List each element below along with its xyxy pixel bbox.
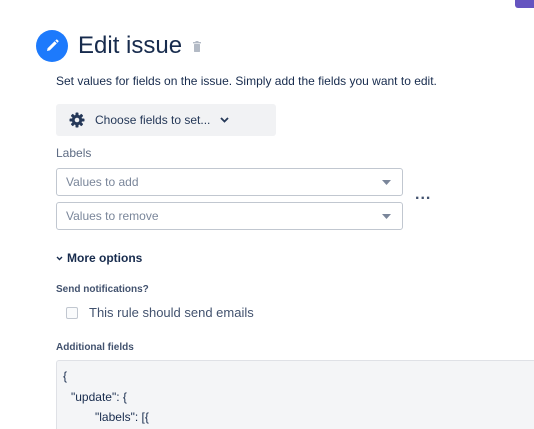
additional-fields-label: Additional fields — [56, 342, 134, 353]
gear-icon — [69, 112, 85, 128]
values-to-add-select[interactable]: Values to add — [56, 168, 403, 196]
edit-issue-panel: Edit issue Set values for fields on the … — [0, 0, 534, 429]
code-line: "labels": [{ — [95, 410, 149, 424]
corner-badge — [515, 0, 534, 8]
code-line: { — [63, 369, 68, 383]
send-notifications-label: Send notifications? — [56, 284, 149, 295]
send-emails-checkbox[interactable] — [66, 306, 78, 319]
values-to-remove-placeholder: Values to remove — [66, 209, 159, 223]
send-emails-checkbox-row[interactable]: This rule should send emails — [66, 305, 254, 320]
pencil-icon — [36, 30, 68, 62]
chevron-down-icon — [220, 117, 230, 123]
additional-fields-editor[interactable]: { "update": { "labels": [{ — [56, 360, 534, 429]
more-options-toggle[interactable]: More options — [56, 251, 142, 265]
send-emails-label: This rule should send emails — [89, 305, 254, 320]
chevron-down-icon — [56, 256, 63, 261]
code-line: "update": { — [71, 390, 127, 404]
page-title: Edit issue — [78, 32, 183, 59]
trash-icon[interactable] — [193, 40, 202, 52]
values-to-add-placeholder: Values to add — [66, 175, 139, 189]
choose-fields-label: Choose fields to set... — [95, 113, 211, 127]
description-text: Set values for fields on the issue. Simp… — [56, 74, 437, 88]
dropdown-arrow-icon — [382, 213, 391, 219]
more-actions-button[interactable]: ... — [415, 187, 431, 203]
values-to-remove-select[interactable]: Values to remove — [56, 202, 403, 230]
labels-field-label: Labels — [56, 146, 92, 160]
header: Edit issue — [36, 30, 202, 62]
choose-fields-button[interactable]: Choose fields to set... — [56, 104, 276, 136]
more-options-label: More options — [67, 251, 143, 265]
dropdown-arrow-icon — [382, 179, 391, 185]
